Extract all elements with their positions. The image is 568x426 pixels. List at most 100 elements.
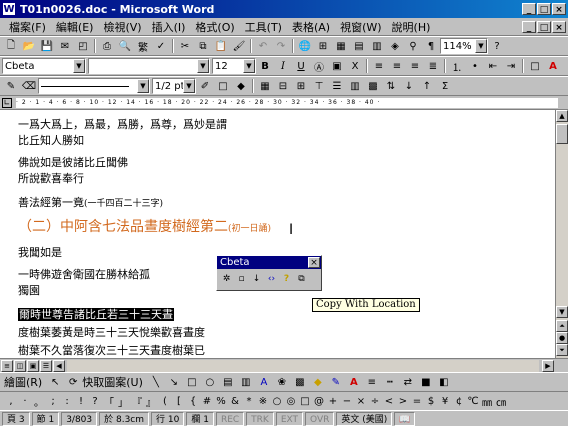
doc-close-button[interactable]: × xyxy=(552,20,566,33)
normal-view-icon[interactable]: ≡ xyxy=(1,359,13,372)
doc-restore-button[interactable]: □ xyxy=(537,20,551,33)
menu-edit[interactable]: 編輯(E) xyxy=(51,19,99,35)
cbeta-floating-toolbar[interactable]: Cbeta × ✲ ▫ ↓ ‹› ? ⧉ xyxy=(216,255,322,291)
spelling-status-icon[interactable]: 📖 xyxy=(394,411,416,426)
line-tool-icon[interactable]: ╲ xyxy=(147,374,165,390)
textbox-tool-icon[interactable]: ▤ xyxy=(219,374,237,390)
cbeta-tool-icon[interactable]: ✲ xyxy=(219,271,234,286)
symbol-button[interactable]: % xyxy=(214,396,228,407)
3d-icon[interactable]: ◧ xyxy=(435,374,453,390)
email-icon[interactable]: ✉ xyxy=(56,38,74,54)
symbol-button[interactable]: ※ xyxy=(256,396,270,407)
document-map-icon[interactable]: ⚲ xyxy=(404,38,422,54)
align-top-icon[interactable]: ⊤ xyxy=(310,78,328,94)
distribute-columns-icon[interactable]: ▥ xyxy=(346,78,364,94)
redo-icon[interactable]: ↷ xyxy=(272,38,290,54)
decrease-indent-icon[interactable]: ⇤ xyxy=(484,58,502,74)
selected-text[interactable]: 爾時世尊告諸比丘若三十三天晝 xyxy=(18,308,174,321)
font-color-icon[interactable]: A xyxy=(544,58,562,74)
draw-menu[interactable]: 繪圖(R) xyxy=(4,374,42,390)
scroll-left-icon[interactable]: ◀ xyxy=(53,359,65,372)
help-icon[interactable]: ? xyxy=(488,38,506,54)
split-cells-icon[interactable]: ⊞ xyxy=(292,78,310,94)
symbol-button[interactable]: 「 xyxy=(102,394,116,409)
draw-table-pencil-icon[interactable]: ✎ xyxy=(2,78,20,94)
tables-borders-icon[interactable]: ⊞ xyxy=(314,38,332,54)
symbol-button[interactable]: ( xyxy=(158,396,172,407)
symbol-button[interactable]: ㎜ xyxy=(480,394,494,409)
horizontal-ruler[interactable]: ∟ · 2 · 1 · 4 · 6 · 8 · 10 · 12 · 14 · 1… xyxy=(0,96,568,110)
chevron-down-icon[interactable]: ▼ xyxy=(243,59,255,73)
autosum-icon[interactable]: Σ xyxy=(436,78,454,94)
line-color-icon[interactable]: ✎ xyxy=(327,374,345,390)
arrow-tool-icon[interactable]: ↘ xyxy=(165,374,183,390)
sort-ascending-icon[interactable]: ↓ xyxy=(400,78,418,94)
symbol-button[interactable]: − xyxy=(340,396,354,407)
next-page-icon[interactable]: ⏷ xyxy=(556,344,568,356)
horizontal-scroll-track[interactable] xyxy=(67,359,539,372)
show-hide-icon[interactable]: ¶ xyxy=(422,38,440,54)
doc-minimize-button[interactable]: _ xyxy=(522,20,536,33)
symbol-button[interactable]: ○ xyxy=(270,396,284,407)
oval-tool-icon[interactable]: ○ xyxy=(201,374,219,390)
symbol-button[interactable]: @ xyxy=(312,396,326,407)
outside-border-icon[interactable]: □ xyxy=(214,78,232,94)
increase-indent-icon[interactable]: ⇥ xyxy=(502,58,520,74)
hyperlink-icon[interactable]: 🌐 xyxy=(296,38,314,54)
bullets-icon[interactable]: • xyxy=(466,58,484,74)
bold-button[interactable]: B xyxy=(256,58,274,74)
cbeta-down-arrow-icon[interactable]: ↓ xyxy=(249,271,264,286)
tab-selector[interactable]: ∟ xyxy=(2,98,12,108)
chevron-down-icon[interactable]: ▼ xyxy=(475,39,487,53)
sort-descending-icon[interactable]: ↑ xyxy=(418,78,436,94)
print-icon[interactable]: ⎙ xyxy=(98,38,116,54)
symbol-button[interactable]: : xyxy=(60,396,74,407)
underline-button[interactable]: U xyxy=(292,58,310,74)
char-border-icon[interactable]: Ⓐ xyxy=(310,58,328,74)
symbol-button[interactable]: $ xyxy=(424,396,438,407)
spelling-icon[interactable]: ✓ xyxy=(152,38,170,54)
distribute-rows-icon[interactable]: ☰ xyxy=(328,78,346,94)
scroll-down-icon[interactable]: ▼ xyxy=(556,306,568,318)
status-rec[interactable]: REC xyxy=(215,411,245,426)
insert-table-icon[interactable]: ▦ xyxy=(332,38,350,54)
symbol-button[interactable]: 』 xyxy=(144,394,158,409)
symbol-button[interactable]: * xyxy=(242,396,256,407)
border-icon[interactable]: □ xyxy=(526,58,544,74)
status-ovr[interactable]: OVR xyxy=(305,411,335,426)
palette-close-button[interactable]: × xyxy=(308,257,320,268)
undo-icon[interactable]: ↶ xyxy=(254,38,272,54)
chevron-down-icon[interactable]: ▼ xyxy=(183,79,195,93)
menu-table[interactable]: 表格(A) xyxy=(287,19,335,35)
symbol-button[interactable]: 。 xyxy=(32,394,46,409)
chinese-convert-icon[interactable]: 繁 xyxy=(134,38,152,54)
picture-icon[interactable]: ▩ xyxy=(291,374,309,390)
format-painter-icon[interactable]: 🖌 xyxy=(230,38,248,54)
italic-button[interactable]: I xyxy=(274,58,292,74)
symbol-button[interactable]: > xyxy=(396,396,410,407)
save-icon[interactable]: 💾 xyxy=(38,38,56,54)
symbol-button[interactable]: = xyxy=(410,396,424,407)
status-trk[interactable]: TRK xyxy=(246,411,274,426)
symbol-button[interactable]: < xyxy=(382,396,396,407)
merge-cells-icon[interactable]: ⊟ xyxy=(274,78,292,94)
symbol-button[interactable]: ㎝ xyxy=(494,394,508,409)
wordart-icon[interactable]: A xyxy=(255,374,273,390)
font-size-combo[interactable]: 12 ▼ xyxy=(212,58,256,74)
symbol-button[interactable]: 」 xyxy=(116,394,130,409)
menu-view[interactable]: 檢視(V) xyxy=(98,19,146,35)
chevron-down-icon[interactable]: ▼ xyxy=(73,59,85,73)
shadow-icon[interactable]: ■ xyxy=(417,374,435,390)
shading-color-icon[interactable]: ◆ xyxy=(232,78,250,94)
symbol-button[interactable]: & xyxy=(228,396,242,407)
align-left-icon[interactable]: ≡ xyxy=(370,58,388,74)
zoom-combo[interactable]: 114% ▼ xyxy=(440,38,488,54)
symbol-button[interactable]: ! xyxy=(74,396,88,407)
symbol-button[interactable]: { xyxy=(186,396,200,407)
autoformat-icon[interactable]: ▩ xyxy=(364,78,382,94)
fill-color-icon[interactable]: ◆ xyxy=(309,374,327,390)
web-view-icon[interactable]: ◫ xyxy=(14,359,26,372)
char-scale-icon[interactable]: X xyxy=(346,58,364,74)
clipart-icon[interactable]: ❀ xyxy=(273,374,291,390)
cbeta-help-icon[interactable]: ? xyxy=(279,271,294,286)
